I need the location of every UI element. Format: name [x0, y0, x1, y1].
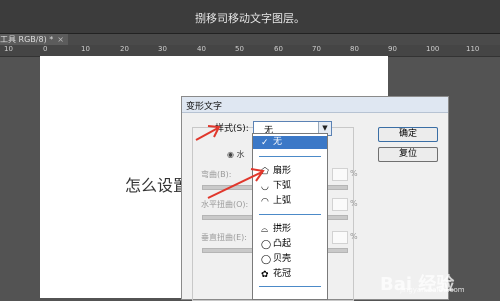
annotation-arrow-style [195, 125, 221, 141]
annotation-overlay [195, 125, 265, 199]
watermark-url: jingyan.baidu.com [400, 286, 465, 294]
annotation-arrow-fan [207, 168, 265, 199]
